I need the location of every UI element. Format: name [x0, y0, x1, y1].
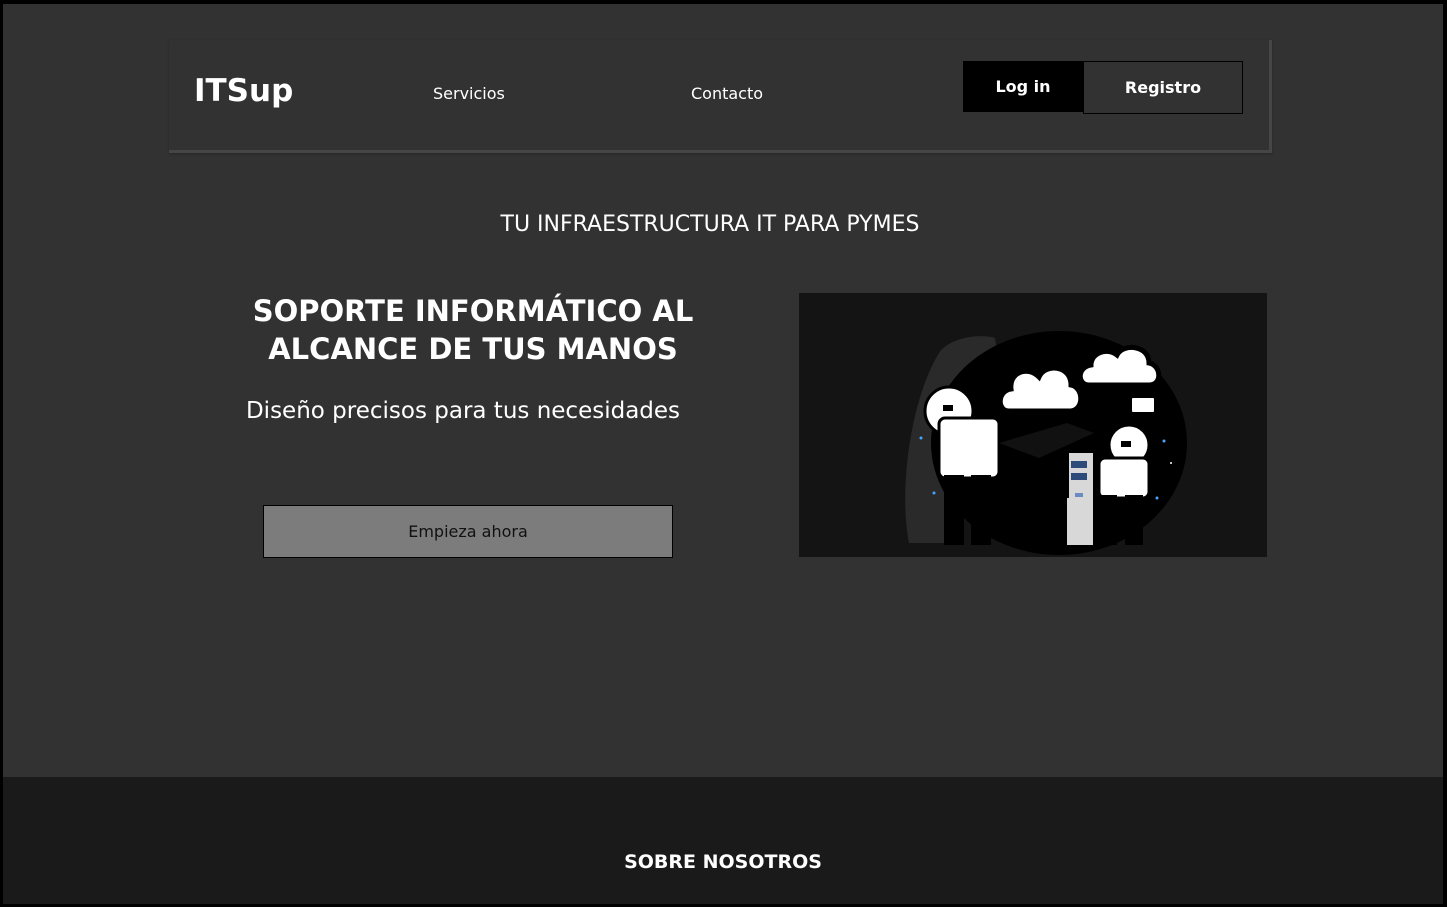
nav-link-servicios[interactable]: Servicios: [433, 84, 505, 103]
footer: SOBRE NOSOTROS: [3, 777, 1443, 904]
logo[interactable]: ITSup: [194, 73, 293, 109]
page-frame: ITSup Servicios Contacto Log in Registro…: [3, 4, 1443, 904]
people-with-cloud-thoughts-illustration: [799, 293, 1267, 557]
hero-tagline: TU INFRAESTRUCTURA IT PARA PYMES: [500, 212, 920, 237]
login-button[interactable]: Log in: [963, 61, 1083, 112]
footer-title: SOBRE NOSOTROS: [624, 851, 822, 873]
nav-link-contacto[interactable]: Contacto: [691, 84, 763, 103]
hero-subtitle: Diseño precisos para tus necesidades: [245, 398, 681, 424]
register-button[interactable]: Registro: [1083, 61, 1243, 114]
cta-button[interactable]: Empieza ahora: [263, 505, 673, 558]
hero-title: SOPORTE INFORMÁTICO AL ALCANCE DE TUS MA…: [252, 294, 694, 366]
navbar: ITSup Servicios Contacto Log in Registro: [169, 40, 1272, 153]
